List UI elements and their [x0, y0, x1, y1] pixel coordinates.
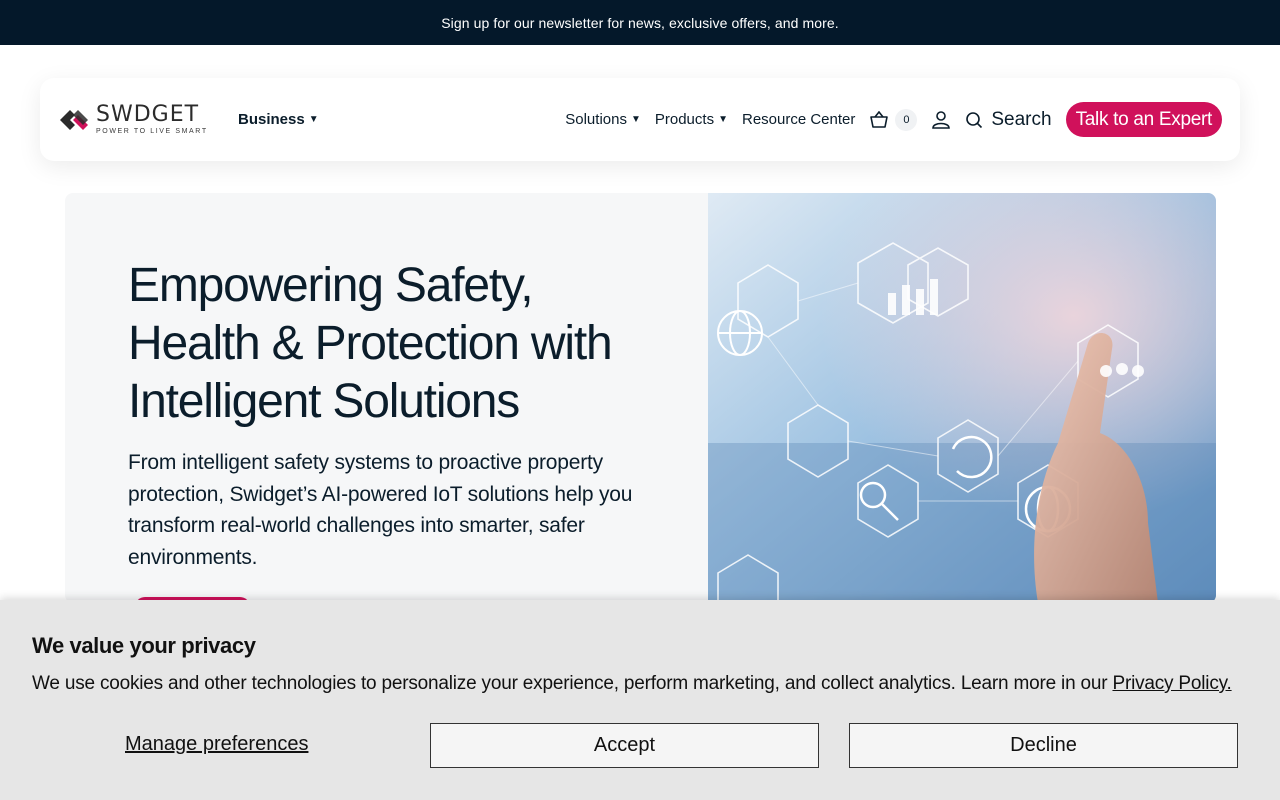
hero-description: From intelligent safety systems to proac… [128, 451, 633, 569]
cart-count-badge: 0 [895, 108, 918, 131]
nav-resource-center-label: Resource Center [741, 111, 856, 128]
hero-image [708, 193, 1216, 603]
business-label: Business [238, 111, 305, 128]
nav-resource-center[interactable]: Resource Center [742, 111, 855, 128]
nav-solutions-label: Solutions [565, 111, 627, 128]
newsletter-banner-text[interactable]: Sign up for our newsletter for news, exc… [441, 15, 839, 31]
nav-solutions[interactable]: Solutions ▼ [565, 111, 641, 128]
user-icon [932, 110, 951, 129]
consent-body: We use cookies and other technologies to… [32, 673, 1113, 694]
hero-title: Empowering Safety, Health & Protection w… [128, 259, 613, 428]
newsletter-banner[interactable]: Sign up for our newsletter for news, exc… [0, 0, 1280, 45]
search-icon [966, 111, 983, 128]
consent-text: We use cookies and other technologies to… [32, 673, 1232, 695]
swidget-logo[interactable]: SWDGET POWER TO LIVE SMART [58, 104, 208, 135]
manage-preferences-link[interactable]: Manage preferences [125, 733, 308, 756]
iot-hexagon-illustration [708, 193, 1216, 603]
site-header: SWDGET POWER TO LIVE SMART Business ▼ So… [40, 78, 1240, 161]
nav-products-label: Products [654, 111, 715, 128]
decline-button[interactable]: Decline [849, 723, 1238, 768]
main-nav: Solutions ▼ Products ▼ Resource Center 0 [565, 102, 1222, 137]
consent-title: We value your privacy [32, 633, 256, 658]
logo-tagline: POWER TO LIVE SMART [96, 128, 208, 135]
logo-word: SWDGET [96, 102, 200, 127]
basket-icon [870, 110, 889, 128]
chevron-down-icon: ▼ [308, 114, 319, 125]
nav-products[interactable]: Products ▼ [655, 111, 728, 128]
logo-mark-icon [60, 109, 88, 130]
chevron-down-icon: ▼ [718, 114, 728, 125]
account-button[interactable] [931, 110, 951, 130]
cookie-consent-banner: We value your privacy We use cookies and… [0, 600, 1280, 800]
privacy-policy-link[interactable]: Privacy Policy. [1112, 673, 1231, 694]
hero-section: Empowering Safety, Health & Protection w… [65, 193, 1216, 603]
search-label: Search [991, 108, 1052, 130]
accept-button[interactable]: Accept [430, 723, 819, 768]
business-dropdown[interactable]: Business ▼ [238, 111, 319, 128]
logo-text: SWDGET POWER TO LIVE SMART [96, 102, 208, 136]
cart-button[interactable]: 0 [869, 108, 918, 131]
chevron-down-icon: ▼ [630, 114, 641, 125]
talk-to-expert-button[interactable]: Talk to an Expert [1065, 102, 1222, 137]
search-button[interactable]: Search [965, 108, 1052, 131]
